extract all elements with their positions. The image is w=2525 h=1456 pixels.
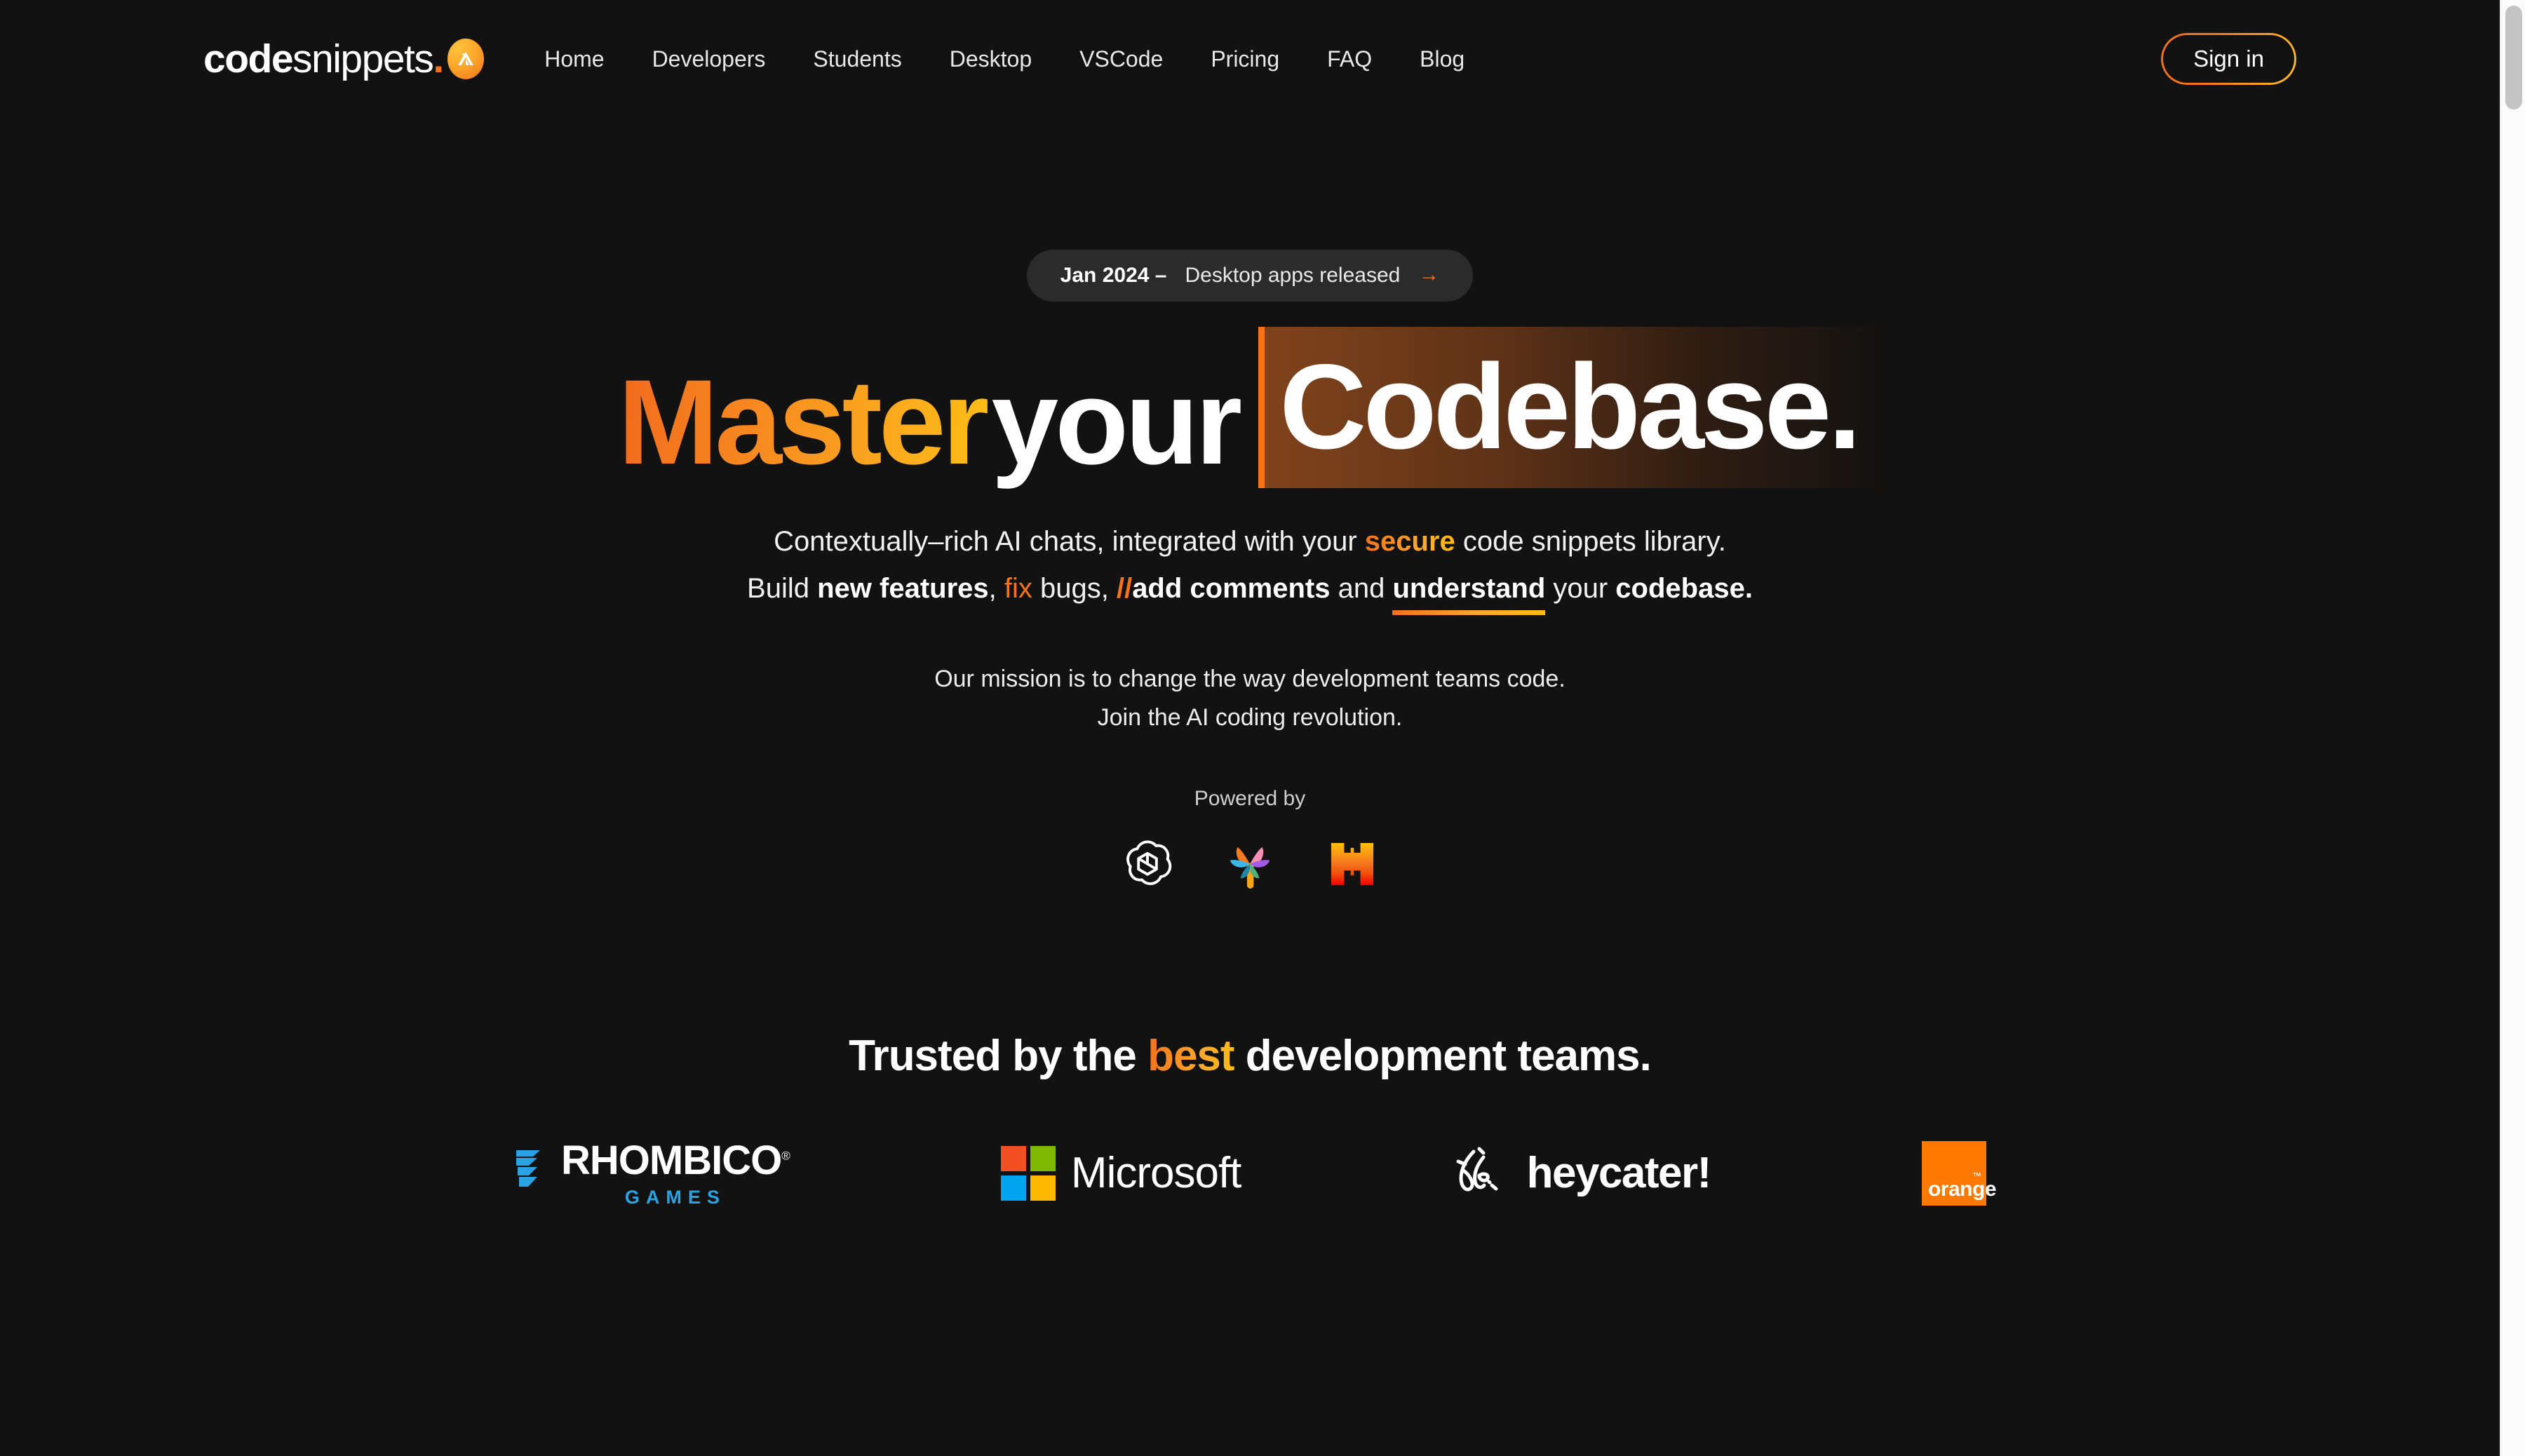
subtitle2-comma: ,	[988, 572, 1004, 604]
nav-item-faq[interactable]: FAQ	[1303, 46, 1396, 72]
orange-trademark: ™	[1972, 1171, 1981, 1181]
header-actions: Sign in	[2161, 33, 2296, 85]
client-logo-row: Rhombico® GAMES Microsoft	[513, 1131, 1997, 1215]
trusted-title-after: development teams.	[1234, 1032, 1652, 1080]
nav-item-vscode[interactable]: VSCode	[1056, 46, 1187, 72]
subtitle2-your: your	[1545, 572, 1616, 604]
site-header: code snippets. Home Developers Students D…	[0, 0, 2500, 118]
scrollbar-thumb[interactable]	[2505, 6, 2522, 109]
rhombico-mark-icon	[516, 1150, 540, 1187]
rhombico-lockup: Rhombico® GAMES	[513, 1140, 790, 1207]
rhombico-subtitle: GAMES	[624, 1186, 726, 1208]
hero-subtitle-line-1: Contextually–rich AI chats, integrated w…	[774, 519, 1726, 565]
rhombico-trademark: ®	[781, 1149, 790, 1163]
trusted-title: Trusted by the best development teams.	[849, 1031, 1652, 1081]
subtitle2-understand: understand	[1392, 566, 1545, 616]
subtitle2-build: Build	[747, 572, 818, 604]
subtitle2-new-features: new features	[817, 572, 989, 604]
orange-wordmark: orange	[1927, 1178, 1997, 1201]
subtitle2-fix: fix	[1004, 572, 1032, 604]
client-logo-orange[interactable]: orange ™	[1921, 1131, 1997, 1215]
palm-logo[interactable]	[1213, 828, 1286, 901]
trusted-title-highlight: best	[1147, 1032, 1234, 1080]
nav-item-blog[interactable]: Blog	[1396, 46, 1488, 72]
chevron-badge-icon	[447, 39, 485, 79]
microsoft-lockup: Microsoft	[1000, 1146, 1241, 1201]
headline-word-master: Master	[618, 357, 991, 488]
trusted-title-before: Trusted by the	[849, 1032, 1148, 1080]
client-logo-rhombico[interactable]: Rhombico® GAMES	[513, 1131, 790, 1215]
powered-by-label: Powered by	[1194, 786, 1306, 810]
nav-item-desktop[interactable]: Desktop	[926, 46, 1056, 72]
brand-dot-text: .	[433, 36, 444, 81]
microsoft-squares-icon	[1000, 1146, 1056, 1201]
subtitle2-add-comments: add comments	[1132, 572, 1331, 604]
sign-in-button[interactable]: Sign in	[2161, 33, 2296, 85]
rhombico-text-block: Rhombico® GAMES	[561, 1140, 790, 1207]
subtitle2-codebase: codebase.	[1615, 572, 1753, 604]
huggingface-logo[interactable]	[1316, 828, 1389, 901]
announcement-text: Desktop apps released	[1185, 264, 1401, 287]
arrow-right-icon: →	[1418, 263, 1440, 286]
brand-code-text: code	[203, 36, 294, 81]
openai-logo[interactable]	[1111, 828, 1184, 901]
heycater-lockup: heycater!	[1453, 1145, 1711, 1202]
hero-mission: Our mission is to change the way develop…	[934, 660, 1566, 737]
microsoft-wordmark: Microsoft	[1070, 1149, 1241, 1197]
subtitle-highlight-secure: secure	[1364, 525, 1455, 557]
announcement-date: Jan 2024 –	[1060, 264, 1167, 287]
trusted-section: Trusted by the best development teams. R…	[0, 1031, 2500, 1215]
brand-logo[interactable]: code snippets.	[203, 34, 485, 83]
mission-line-2: Join the AI coding revolution.	[1097, 704, 1403, 732]
headline-word-codebase: Codebase.	[1258, 327, 1883, 488]
hero-section: Jan 2024 – Desktop apps released → Maste…	[0, 118, 2500, 901]
mission-line-1: Our mission is to change the way develop…	[934, 666, 1566, 693]
subtitle-text-before: Contextually–rich AI chats, integrated w…	[774, 525, 1365, 557]
brand-snippets-text: snippets	[292, 36, 434, 81]
nav-item-students[interactable]: Students	[789, 46, 925, 72]
page-scrollbar[interactable]	[2500, 0, 2525, 1456]
subtitle2-slashes: //	[1116, 572, 1133, 604]
nav-item-developers[interactable]: Developers	[628, 46, 790, 72]
client-logo-microsoft[interactable]: Microsoft	[1000, 1131, 1241, 1215]
headline-word-your: your	[991, 355, 1242, 490]
nav-item-home[interactable]: Home	[544, 46, 628, 72]
rhombico-name: Rhombico®	[561, 1137, 790, 1183]
announcement-banner[interactable]: Jan 2024 – Desktop apps released →	[1026, 250, 1474, 302]
subtitle-text-after: code snippets library.	[1455, 525, 1726, 557]
hero-subtitle-line-2: Build new features, fix bugs, //add comm…	[747, 566, 1753, 616]
subtitle2-bugs: bugs,	[1032, 572, 1117, 604]
heycater-squiggle-icon	[1456, 1147, 1498, 1192]
client-logo-heycater[interactable]: heycater!	[1453, 1131, 1711, 1215]
ai-partner-logos	[1111, 828, 1389, 901]
nav-item-pricing[interactable]: Pricing	[1187, 46, 1303, 72]
heycater-wordmark: heycater!	[1526, 1149, 1712, 1197]
page-root: code snippets. Home Developers Students D…	[0, 0, 2525, 1456]
main-nav: Home Developers Students Desktop VSCode …	[544, 46, 1488, 72]
orange-square-icon: orange ™	[1921, 1141, 1997, 1206]
subtitle2-and: and	[1330, 572, 1393, 604]
hero-headline: Master your Codebase.	[618, 327, 1883, 490]
